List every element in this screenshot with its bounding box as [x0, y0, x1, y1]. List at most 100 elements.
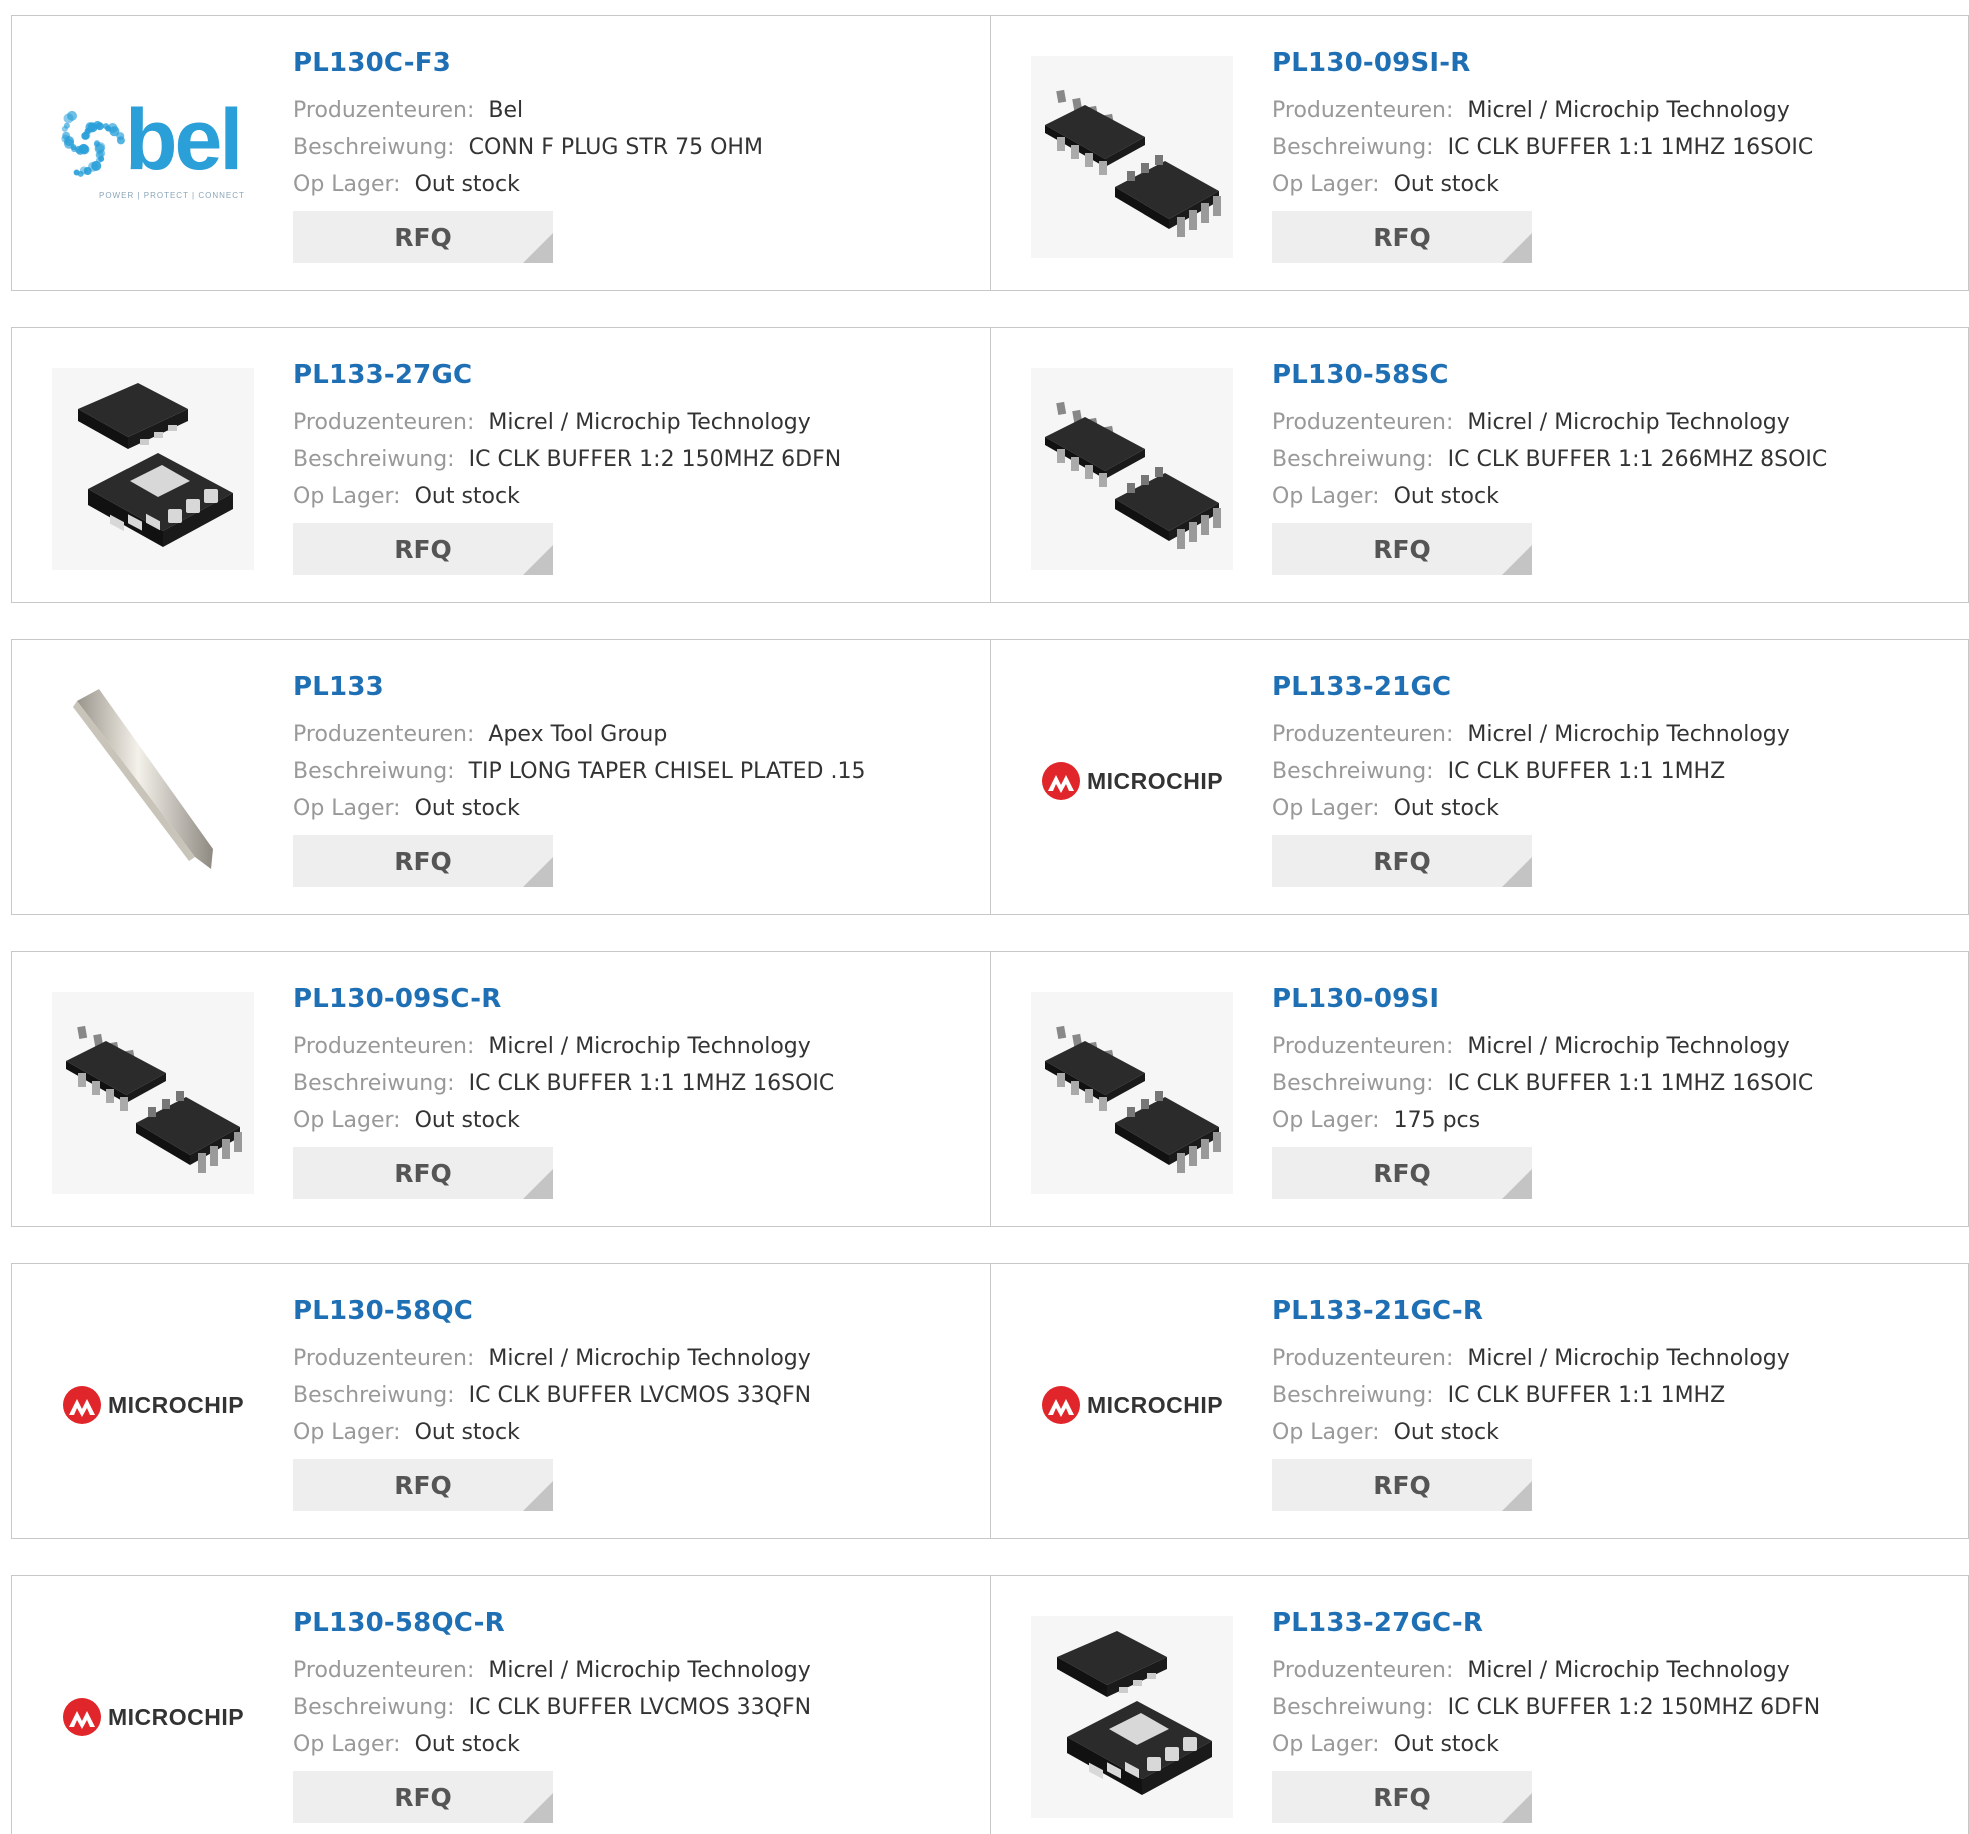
product-title-link[interactable]: PL133-27GC: [293, 360, 980, 390]
stock-line: Op Lager: Out stock: [293, 1414, 980, 1451]
product-title-link[interactable]: PL130-09SC-R: [293, 984, 980, 1014]
description-line: Beschreiwung: IC CLK BUFFER LVCMOS 33QFN: [293, 1377, 980, 1414]
microchip-logo[interactable]: MICROCHIP: [52, 1304, 254, 1506]
manufacturer-value: Micrel / Microchip Technology: [1467, 98, 1790, 123]
product-card: PL133 Produzenteuren: Apex Tool Group Besch…: [12, 640, 990, 914]
stock-value: Out stock: [414, 796, 520, 821]
dfn-chip-image[interactable]: [52, 368, 254, 570]
manufacturer-label: Produzenteuren:: [293, 722, 475, 747]
corner-triangle-icon: [1502, 545, 1532, 575]
manufacturer-value: Micrel / Microchip Technology: [488, 410, 811, 435]
product-title-link[interactable]: PL130-09SI-R: [1272, 48, 1958, 78]
microchip-mark-icon: [62, 1385, 102, 1425]
product-title-link[interactable]: PL130-58SC: [1272, 360, 1958, 390]
product-title-link[interactable]: PL133-27GC-R: [1272, 1608, 1958, 1638]
rfq-button[interactable]: RFQ: [1272, 523, 1532, 575]
stock-line: Op Lager: Out stock: [293, 478, 980, 515]
product-title-link[interactable]: PL133-21GC: [1272, 672, 1958, 702]
manufacturer-line: Produzenteuren: Bel: [293, 92, 980, 129]
description-label: Beschreiwung:: [293, 759, 455, 784]
stock-label: Op Lager:: [293, 1732, 401, 1757]
stock-line: Op Lager: Out stock: [1272, 790, 1958, 827]
description-value: IC CLK BUFFER 1:1 1MHZ 16SOIC: [468, 1071, 835, 1096]
description-line: Beschreiwung: IC CLK BUFFER 1:1 1MHZ 16SO…: [1272, 129, 1958, 166]
stock-value: Out stock: [1393, 484, 1499, 509]
product-title-link[interactable]: PL133-21GC-R: [1272, 1296, 1958, 1326]
product-info: PL130-09SC-R Produzenteuren: Micrel / Micr…: [293, 984, 980, 1199]
soic-chip-image[interactable]: [1031, 992, 1233, 1194]
product-info: PL133-27GC-R Produzenteuren: Micrel / Micr…: [1272, 1608, 1958, 1823]
description-value: IC CLK BUFFER 1:2 150MHZ 6DFN: [1447, 1695, 1821, 1720]
rfq-button[interactable]: RFQ: [1272, 211, 1532, 263]
description-label: Beschreiwung:: [1272, 1695, 1434, 1720]
product-info: PL133-21GC Produzenteuren: Micrel / Microc…: [1272, 672, 1958, 887]
rfq-button[interactable]: RFQ: [293, 1771, 553, 1823]
stock-line: Op Lager: Out stock: [1272, 1414, 1958, 1451]
stock-value: Out stock: [1393, 172, 1499, 197]
rfq-button[interactable]: RFQ: [1272, 1459, 1532, 1511]
corner-triangle-icon: [523, 233, 553, 263]
manufacturer-value: Apex Tool Group: [488, 722, 668, 747]
stock-label: Op Lager:: [293, 1108, 401, 1133]
product-title-link[interactable]: PL130-09SI: [1272, 984, 1958, 1014]
stock-line: Op Lager: Out stock: [293, 1102, 980, 1139]
microchip-mark-icon: [1041, 1385, 1081, 1425]
rfq-button[interactable]: RFQ: [293, 1459, 553, 1511]
corner-triangle-icon: [523, 1481, 553, 1511]
product-row: PL133-27GC Produzenteuren: Micrel / Microc…: [11, 327, 1969, 603]
corner-triangle-icon: [1502, 1793, 1532, 1823]
rfq-button[interactable]: RFQ: [1272, 835, 1532, 887]
manufacturer-line: Produzenteuren: Micrel / Microchip Techno…: [293, 1028, 980, 1065]
manufacturer-value: Micrel / Microchip Technology: [1467, 1034, 1790, 1059]
stock-line: Op Lager: Out stock: [1272, 166, 1958, 203]
rfq-button-label: RFQ: [1373, 534, 1431, 564]
product-card: MICROCHIP PL130-58QC Produzenteuren: Micrel…: [12, 1264, 990, 1538]
rfq-button[interactable]: RFQ: [293, 835, 553, 887]
microchip-logo-word: MICROCHIP: [107, 1703, 245, 1730]
rfq-button-label: RFQ: [394, 534, 452, 564]
description-label: Beschreiwung:: [293, 1695, 455, 1720]
product-card: MICROCHIP PL133-21GC-R Produzenteuren: Micr…: [990, 1264, 1968, 1538]
description-line: Beschreiwung: IC CLK BUFFER LVCMOS 33QFN: [293, 1689, 980, 1726]
stock-line: Op Lager: Out stock: [293, 166, 980, 203]
product-title-link[interactable]: PL130-58QC: [293, 1296, 980, 1326]
microchip-logo[interactable]: MICROCHIP: [1031, 680, 1233, 882]
soic-chip-image[interactable]: [52, 992, 254, 1194]
bel-logo[interactable]: bel POWER | PROTECT | CONNECT: [52, 56, 254, 258]
rfq-button-label: RFQ: [394, 1470, 452, 1500]
description-value: IC CLK BUFFER 1:2 150MHZ 6DFN: [468, 447, 842, 472]
product-title-link[interactable]: PL130-58QC-R: [293, 1608, 980, 1638]
stock-value: Out stock: [1393, 1732, 1499, 1757]
product-title-link[interactable]: PL133: [293, 672, 980, 702]
manufacturer-value: Micrel / Microchip Technology: [1467, 1658, 1790, 1683]
dfn-chip-image[interactable]: [1031, 1616, 1233, 1818]
stock-label: Op Lager:: [1272, 1732, 1380, 1757]
solder-tip-image[interactable]: [52, 680, 254, 882]
description-label: Beschreiwung:: [1272, 759, 1434, 784]
rfq-button[interactable]: RFQ: [293, 211, 553, 263]
manufacturer-value: Micrel / Microchip Technology: [1467, 1346, 1790, 1371]
manufacturer-line: Produzenteuren: Micrel / Microchip Techno…: [1272, 1028, 1958, 1065]
stock-label: Op Lager:: [293, 796, 401, 821]
description-value: IC CLK BUFFER 1:1 1MHZ: [1447, 1383, 1726, 1408]
description-line: Beschreiwung: IC CLK BUFFER 1:2 150MHZ 6D…: [1272, 1689, 1958, 1726]
corner-triangle-icon: [523, 857, 553, 887]
rfq-button[interactable]: RFQ: [1272, 1147, 1532, 1199]
manufacturer-label: Produzenteuren:: [293, 1658, 475, 1683]
rfq-button[interactable]: RFQ: [293, 1147, 553, 1199]
rfq-button[interactable]: RFQ: [293, 523, 553, 575]
stock-label: Op Lager:: [293, 172, 401, 197]
description-label: Beschreiwung:: [293, 1383, 455, 1408]
rfq-button[interactable]: RFQ: [1272, 1771, 1532, 1823]
soic-chip-image[interactable]: [1031, 368, 1233, 570]
manufacturer-label: Produzenteuren:: [1272, 1658, 1454, 1683]
microchip-logo[interactable]: MICROCHIP: [1031, 1304, 1233, 1506]
product-card: PL130-09SI Produzenteuren: Micrel / Microc…: [990, 952, 1968, 1226]
description-line: Beschreiwung: IC CLK BUFFER 1:2 150MHZ 6D…: [293, 441, 980, 478]
product-grid: bel POWER | PROTECT | CONNECT PL130C-F3 Pro…: [11, 15, 1969, 1834]
manufacturer-line: Produzenteuren: Micrel / Microchip Techno…: [1272, 1340, 1958, 1377]
microchip-logo[interactable]: MICROCHIP: [52, 1616, 254, 1818]
soic-chip-image[interactable]: [1031, 56, 1233, 258]
product-title-link[interactable]: PL130C-F3: [293, 48, 980, 78]
corner-triangle-icon: [1502, 1481, 1532, 1511]
